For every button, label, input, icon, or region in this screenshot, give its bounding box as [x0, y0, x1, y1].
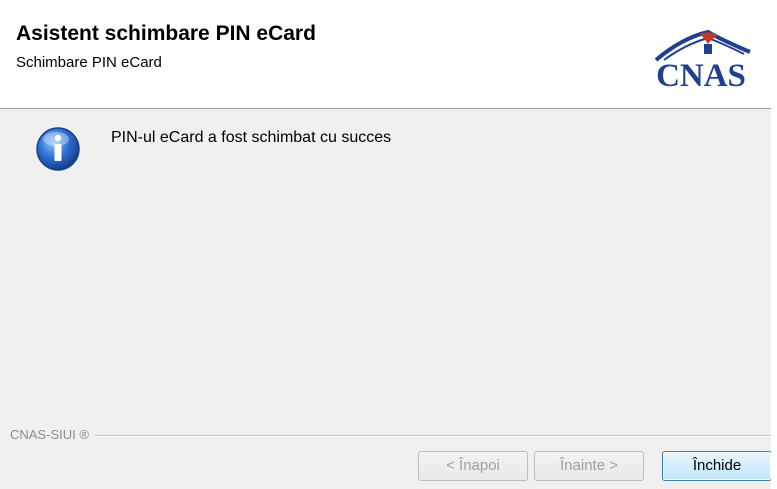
back-button[interactable]: < Înapoi	[418, 451, 528, 481]
close-button[interactable]: Închide	[662, 451, 772, 481]
footer-divider	[10, 435, 771, 437]
info-icon	[36, 127, 80, 171]
wizard-window: Asistent schimbare PIN eCard Schimbare P…	[0, 0, 777, 489]
wizard-header: Asistent schimbare PIN eCard Schimbare P…	[0, 0, 772, 108]
next-button[interactable]: Înainte >	[534, 451, 644, 481]
footer-brand-label: CNAS-SIUI ®	[10, 427, 95, 442]
cnas-logo-text: CNAS	[656, 58, 746, 94]
cnas-logo: CNAS	[642, 29, 760, 94]
wizard-title: Asistent schimbare PIN eCard	[16, 22, 316, 45]
wizard-subtitle: Schimbare PIN eCard	[16, 54, 162, 71]
header-divider	[0, 108, 771, 109]
success-message: PIN-ul eCard a fost schimbat cu succes	[111, 129, 392, 146]
window-right-edge	[771, 0, 777, 489]
